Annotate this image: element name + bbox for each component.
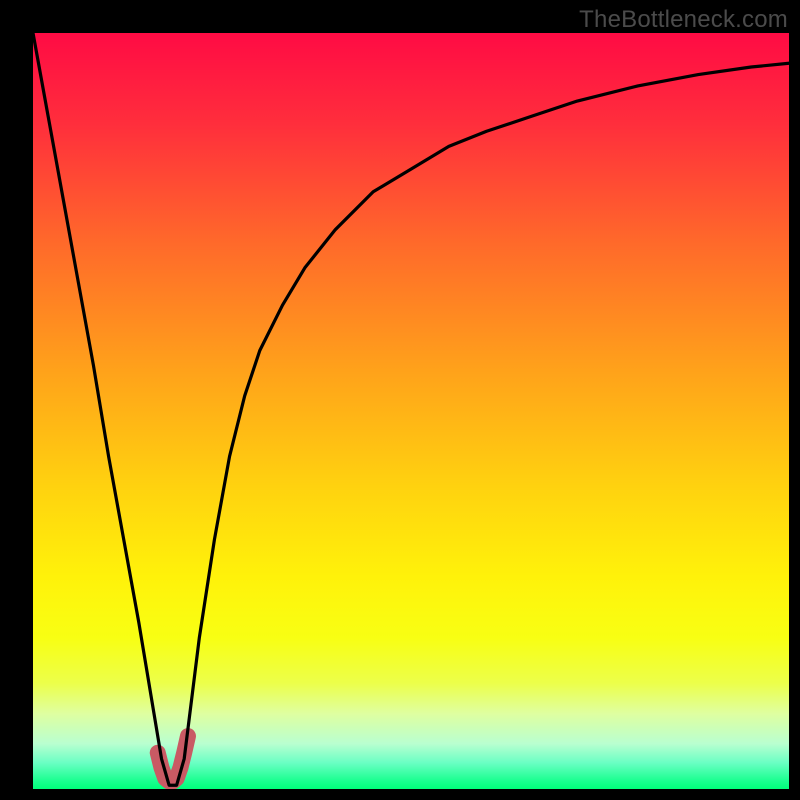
chart-frame: TheBottleneck.com — [0, 0, 800, 800]
chart-svg — [33, 33, 789, 789]
watermark-label: TheBottleneck.com — [579, 6, 788, 34]
plot-area — [33, 33, 789, 789]
